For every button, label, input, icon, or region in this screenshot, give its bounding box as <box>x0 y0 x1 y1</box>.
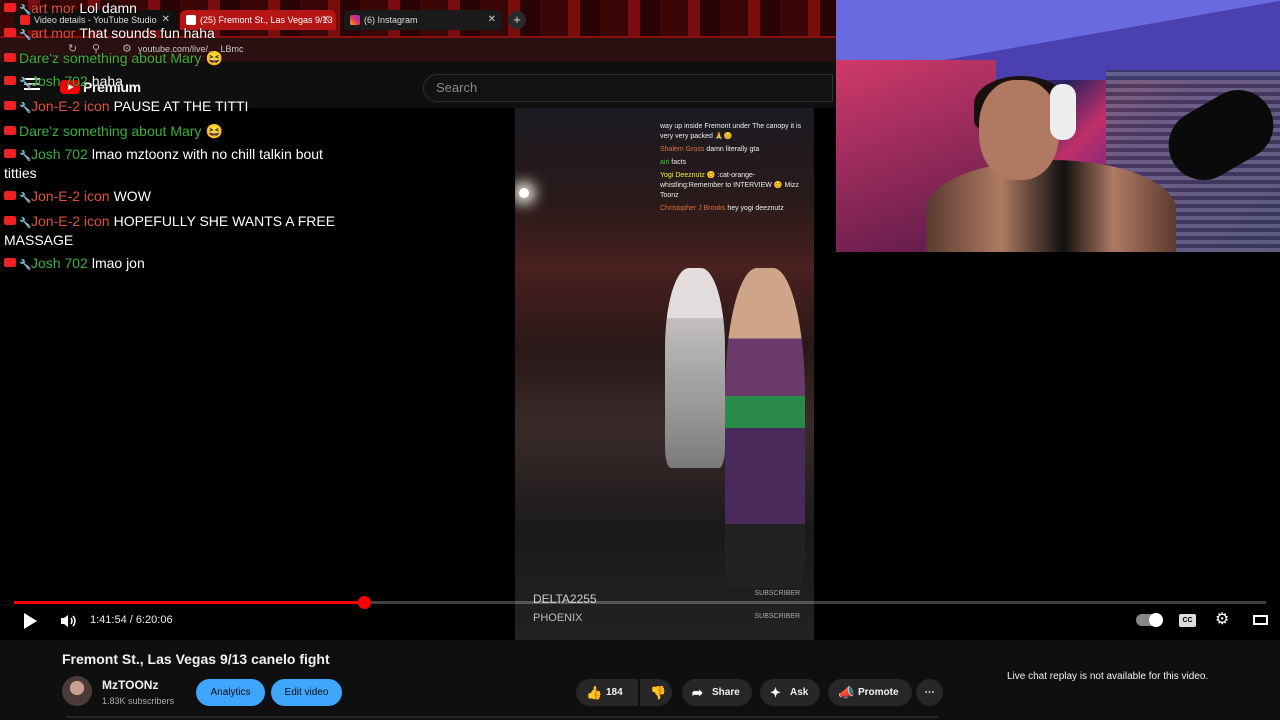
megaphone-icon: 📣 <box>838 685 855 700</box>
wrench-icon: 🔧 <box>19 193 32 204</box>
streamer-face <box>979 80 1059 180</box>
theater-mode-icon[interactable] <box>1253 615 1268 625</box>
youtube-icon <box>4 76 16 85</box>
wrench-icon: 🔧 <box>19 218 32 229</box>
like-count: 184 <box>606 687 623 698</box>
wrench-icon: 🔧 <box>19 260 32 271</box>
webcam-overlay <box>836 0 1280 252</box>
video-frame[interactable]: way up inside Fremont under The canopy i… <box>515 108 814 640</box>
watermark-subscriber: SUBSCRIBER <box>754 590 800 597</box>
play-icon[interactable] <box>24 613 37 629</box>
new-tab-button[interactable]: + <box>508 11 526 29</box>
youtube-icon <box>4 258 16 267</box>
youtube-icon <box>4 126 16 135</box>
chat-message: 🔧art mor Lol damn <box>4 0 344 19</box>
tab-label: (6) Instagram <box>364 15 418 25</box>
chat-message: Dare'z something about Mary 😆 <box>4 123 344 140</box>
more-actions-button[interactable]: ⋯ <box>916 679 943 706</box>
watermark-location: PHOENIX <box>533 612 583 624</box>
like-button[interactable]: 👍 184 <box>576 679 638 706</box>
close-icon[interactable]: ✕ <box>488 10 496 30</box>
youtube-icon <box>4 149 16 158</box>
progress-scrubber-handle[interactable] <box>358 596 372 609</box>
wrench-icon: 🔧 <box>19 5 32 16</box>
instagram-icon <box>350 15 360 25</box>
chat-message: 🔧Jon-E-2 icon PAUSE AT THE TITTI <box>4 98 344 117</box>
chat-message: 🔧Josh 702 haha <box>4 73 344 92</box>
stream-screen: Video details - YouTube Studio ✕ (25) Fr… <box>0 0 1280 720</box>
watermark-subscriber: SUBSCRIBER <box>754 613 800 620</box>
sparkle-icon: ✦ <box>770 685 781 700</box>
channel-name[interactable]: MzTOONz <box>102 678 158 692</box>
chat-message: 🔧art mor That sounds fun haha <box>4 25 344 44</box>
chat-message: 🔧Josh 702 lmao jon <box>4 255 344 274</box>
street-lamp <box>519 188 529 198</box>
youtube-icon <box>4 53 16 62</box>
inset-chat-message: Shalem Gross damn literally gta <box>660 146 760 153</box>
person-figure <box>545 248 675 588</box>
chat-message: 🔧Jon-E-2 icon WOW <box>4 188 344 207</box>
thumbs-up-icon: 👍 <box>586 685 603 700</box>
avatar[interactable] <box>62 676 92 706</box>
inset-chat-message: airi facts <box>660 159 687 166</box>
divider <box>66 716 938 718</box>
wrench-icon: 🔧 <box>19 30 32 41</box>
wrench-icon: 🔧 <box>19 151 32 162</box>
chat-overlay: 🔧art mor Lol damn 🔧art mor That sounds fun… <box>4 0 344 280</box>
streamer-body <box>926 160 1176 252</box>
youtube-icon <box>4 191 16 200</box>
thumbs-down-icon: 👎 <box>650 685 667 700</box>
inset-chat-message: Yogi Deeznutz 😊 :cat-orange-whistling:Re… <box>660 172 799 199</box>
search-input[interactable]: Search <box>423 74 833 102</box>
youtube-icon <box>4 3 16 12</box>
headphones-icon <box>1050 84 1076 140</box>
share-label: Share <box>712 687 740 698</box>
progress-played <box>14 601 365 604</box>
autoplay-toggle[interactable] <box>1136 613 1163 627</box>
share-arrow-icon: ➦ <box>692 685 703 700</box>
captions-icon[interactable]: CC <box>1179 614 1196 627</box>
wrench-icon: 🔧 <box>19 103 32 114</box>
video-title: Fremont St., Las Vegas 9/13 canelo fight <box>62 651 330 667</box>
live-chat-replay-notice: Live chat replay is not available for th… <box>1007 671 1209 682</box>
chat-message: Dare'z something about Mary 😆 <box>4 50 344 67</box>
volume-icon[interactable] <box>60 614 76 628</box>
share-button[interactable]: ➦ Share <box>682 679 752 706</box>
chat-message: 🔧Jon-E-2 icon HOPEFULLY SHE WANTS A FREE … <box>4 213 336 248</box>
subscriber-count: 1.83K subscribers <box>102 696 175 706</box>
progress-bar[interactable] <box>14 596 1266 609</box>
youtube-icon <box>4 216 16 225</box>
video-details: Fremont St., Las Vegas 9/13 canelo fight… <box>0 640 1280 720</box>
edit-video-button[interactable]: Edit video <box>271 679 342 706</box>
wrench-icon: 🔧 <box>19 78 32 89</box>
chat-message: 🔧Josh 702 lmao mztoonz with no chill talk… <box>4 146 323 181</box>
ask-button[interactable]: ✦ Ask <box>760 679 820 706</box>
promote-button[interactable]: 📣 Promote <box>828 679 912 706</box>
time-display: 1:41:54 / 6:20:06 <box>90 614 173 626</box>
dislike-button[interactable]: 👎 <box>640 679 672 706</box>
inset-chat-message: way up inside Fremont under The canopy i… <box>660 123 802 140</box>
promote-label: Promote <box>858 687 899 698</box>
person-figure <box>725 268 805 588</box>
inset-chat-message: Christopher J Brooks hey yogi deeznutz <box>660 205 784 212</box>
tab-instagram[interactable]: (6) Instagram ✕ <box>344 10 502 30</box>
video-inset-chat: way up inside Fremont under The canopy i… <box>660 122 810 217</box>
analytics-button[interactable]: Analytics <box>196 679 265 706</box>
youtube-icon <box>4 28 16 37</box>
youtube-icon <box>4 101 16 110</box>
ask-label: Ask <box>790 687 809 698</box>
settings-gear-icon[interactable]: ⚙ <box>1215 612 1231 628</box>
